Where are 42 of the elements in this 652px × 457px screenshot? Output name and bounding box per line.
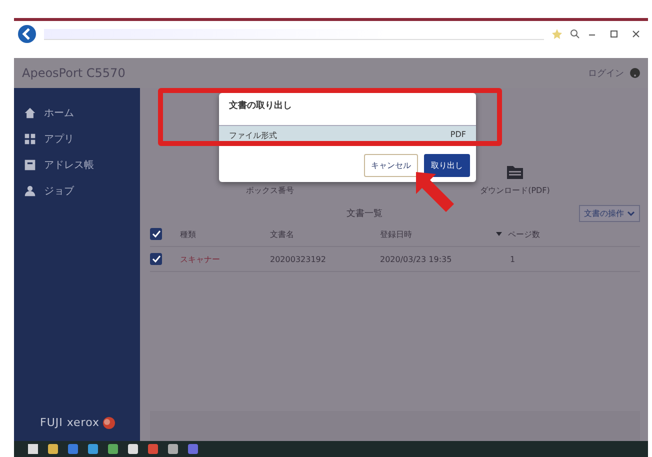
column-header[interactable]: 登録日時 (380, 228, 412, 240)
column-header[interactable]: ページ数 (508, 228, 540, 240)
table-cell-text: 1 (510, 254, 516, 264)
checkbox[interactable] (150, 253, 162, 265)
check-icon (152, 230, 160, 238)
help-icon (630, 68, 640, 78)
maximize-icon (610, 30, 618, 38)
nav-item[interactable]: ホーム (44, 106, 74, 120)
app-title: ApeosPort C5570 (22, 66, 126, 80)
windows-icon (28, 444, 38, 454)
action-label[interactable]: ボックス番号 (246, 185, 294, 196)
dialog-title: 文書の取り出し (228, 99, 293, 113)
checkbox[interactable] (150, 228, 162, 240)
folder-icon (507, 164, 523, 179)
back-icon (18, 25, 36, 43)
nav-item[interactable]: アドレス帳 (44, 158, 94, 172)
check-icon (152, 255, 160, 263)
close-icon (632, 30, 640, 38)
sort-icon (496, 232, 502, 236)
apps-icon (24, 133, 36, 145)
login-link[interactable]: ログイン (588, 66, 624, 80)
list-title: 文書一覧 (346, 208, 382, 220)
nav-item[interactable]: アプリ (44, 132, 74, 146)
arrow-drawing (414, 170, 456, 214)
cancel-button[interactable]: キャンセル (364, 154, 418, 177)
export-button[interactable]: 取り出し (424, 154, 470, 177)
column-header[interactable]: 文書名 (270, 228, 294, 240)
nav-item[interactable]: ジョブ (44, 184, 74, 198)
logo-icon (103, 416, 116, 428)
brand-logo: FUJI xerox (40, 416, 100, 429)
chevron-down-icon (627, 210, 635, 216)
favorites-icon (552, 29, 562, 39)
action-label[interactable]: ダウンロード(PDF) (480, 185, 550, 196)
column-header[interactable]: 種類 (180, 228, 196, 240)
table-cell-text: 20200323192 (270, 254, 327, 264)
table-cell-text: スキャナー (180, 254, 221, 264)
home-icon (24, 107, 36, 119)
search-icon (570, 29, 580, 39)
person-icon (24, 185, 36, 197)
operations-dropdown[interactable]: 文書の操作 (579, 204, 640, 222)
book-icon (24, 159, 36, 171)
table-cell-text: 2020/03/23 19:35 (380, 254, 453, 264)
